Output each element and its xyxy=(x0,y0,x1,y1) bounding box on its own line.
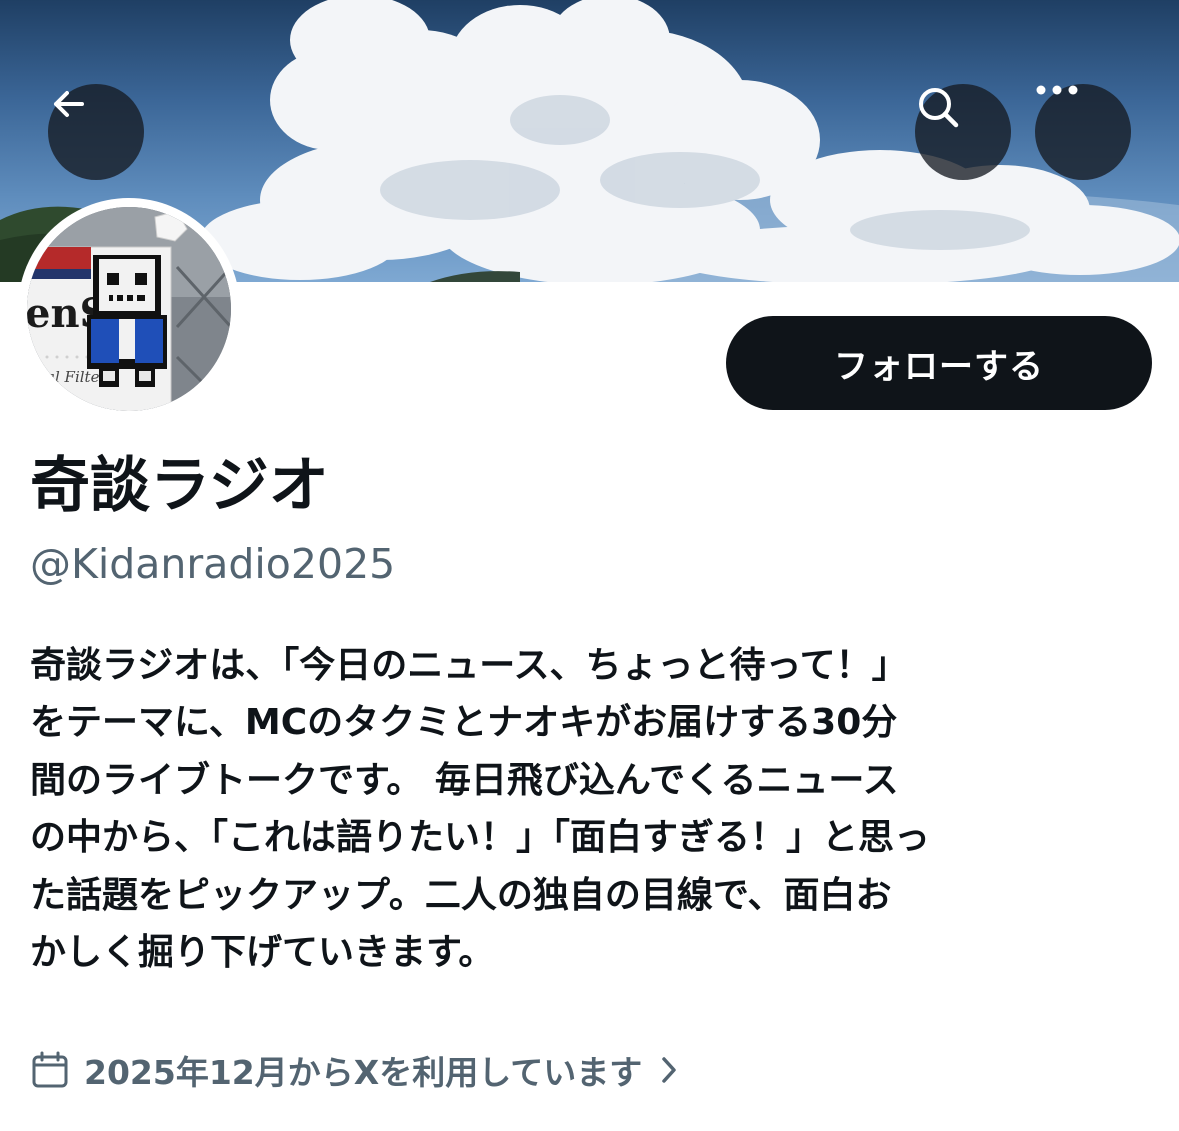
profile-joined-date[interactable]: 2025年12月からXを利用しています xyxy=(30,1042,682,1098)
profile-bio: 奇談ラジオは、「今日のニュース、ちょっと待って！」 をテーマに、MCのタクミとナ… xyxy=(30,645,931,974)
back-button[interactable] xyxy=(48,84,144,180)
follow-button[interactable]: フォローする xyxy=(726,316,1152,410)
more-horizontal-icon xyxy=(1036,85,1078,95)
profile-avatar[interactable]: enS oal Filter xyxy=(18,198,240,420)
avatar-image: enS oal Filter xyxy=(27,207,231,411)
chevron-right-icon xyxy=(662,1057,676,1083)
avatar-illustration: enS oal Filter xyxy=(27,207,231,411)
svg-text:oal Filter: oal Filter xyxy=(37,368,107,386)
calendar-icon xyxy=(32,1051,68,1088)
more-button[interactable] xyxy=(1035,84,1131,180)
search-icon xyxy=(919,88,959,128)
profile-display-name: 奇談ラジオ xyxy=(30,451,329,521)
profile-handle: @Kidanradio2025 xyxy=(30,540,396,588)
search-button[interactable] xyxy=(915,84,1011,180)
joined-text: 2025年12月からXを利用しています xyxy=(84,1053,643,1092)
arrow-left-icon xyxy=(54,91,84,117)
